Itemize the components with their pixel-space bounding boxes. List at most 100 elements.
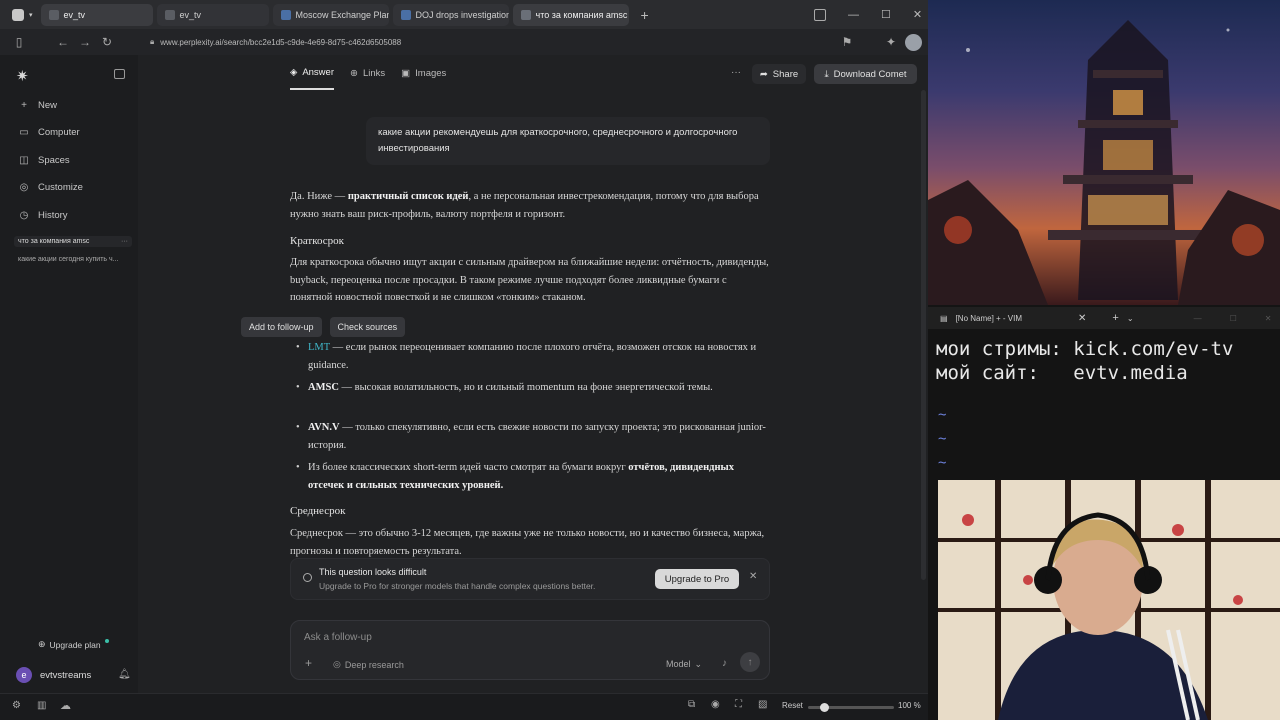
banner-title: This question looks difficult	[319, 567, 427, 577]
answer-icon: ◈	[290, 67, 298, 78]
maximize-icon[interactable]: ☐	[1230, 314, 1237, 323]
history-item[interactable]: какие акции сегодня купить ч...	[14, 256, 132, 263]
ask-input[interactable]: Ask a follow-up	[304, 632, 372, 643]
chevron-down-icon: ⌄	[694, 659, 703, 669]
model-select[interactable]: Model ⌄	[666, 659, 702, 670]
close-window-icon[interactable]: ✕	[1265, 314, 1272, 323]
perplexity-logo-icon[interactable]: ✷	[16, 67, 29, 85]
close-tab-icon[interactable]: ✕	[1078, 313, 1086, 324]
section-heading-mid: Среднесрок	[290, 505, 346, 517]
scrollbar[interactable]	[921, 90, 926, 580]
window-controls: — ☐ ✕	[814, 0, 922, 29]
tab-5-active[interactable]: что за компания amsc	[512, 3, 629, 26]
settings-icon[interactable]: ⚙	[12, 700, 21, 711]
deep-research-button[interactable]: ◎ Deep research	[333, 659, 404, 670]
bell-icon[interactable]: 🔔︎	[118, 669, 131, 680]
vivaldi-logo-icon	[12, 8, 24, 21]
tab-overview-icon[interactable]	[814, 8, 826, 21]
check-sources-button[interactable]: Check sources	[329, 317, 406, 337]
stream-overlay-panel: ▤ [No Name] + - VIM ✕ + ⌄ — ☐ ✕ мои стри…	[928, 0, 1280, 720]
monitor-icon: ▭	[19, 127, 29, 138]
new-tab-icon[interactable]: +	[1112, 312, 1118, 324]
tab-links[interactable]: ⊕ Links	[350, 67, 385, 90]
browser-menu-button[interactable]: ▾	[8, 4, 37, 26]
twitch-favicon-icon	[48, 9, 59, 20]
close-window-icon[interactable]: ✕	[913, 8, 922, 21]
list-item: Из более классических short-term идей ча…	[296, 459, 768, 494]
attach-plus-icon[interactable]: +	[305, 656, 312, 670]
section-heading-short: Краткосрок	[290, 235, 345, 247]
short-term-text: Для краткосрока обычно ищут акции с силь…	[290, 257, 769, 303]
banner-text: Upgrade to Pro for stronger models that …	[319, 581, 596, 591]
tilde-marker: ~	[938, 455, 947, 471]
bookmark-icon[interactable]: ⚑	[836, 35, 858, 49]
tilde-marker: ~	[938, 431, 947, 447]
sidebar-item-history[interactable]: ◷ History	[18, 210, 68, 221]
notification-dot	[104, 638, 109, 643]
capture-icon[interactable]: ⧉	[688, 699, 695, 710]
tab-4[interactable]: DOJ drops investigation of	[392, 3, 509, 26]
zoom-slider-handle[interactable]	[820, 703, 829, 712]
deep-research-icon: ◎	[333, 659, 341, 669]
reader-icon[interactable]: ◉	[711, 699, 720, 710]
url-field[interactable]: 🔒︎ www.perplexity.ai/search/bcc2e1d5-c9de…	[150, 33, 850, 51]
zoom-slider[interactable]	[808, 703, 894, 712]
more-icon[interactable]: ···	[121, 238, 128, 245]
result-tabs: ◈ Answer ⊕ Links ▣ Images	[290, 67, 446, 90]
sidebar-item-computer[interactable]: ▭ Computer	[18, 127, 79, 138]
new-tab-button[interactable]: +	[633, 4, 657, 26]
minimize-icon[interactable]: —	[1194, 314, 1202, 323]
tab-images[interactable]: ▣ Images	[401, 67, 446, 90]
vim-titlebar: ▤ [No Name] + - VIM ✕ + ⌄ — ☐ ✕	[928, 307, 1280, 329]
upgrade-plan-button[interactable]: ⊕ Upgrade plan	[38, 638, 109, 650]
close-icon[interactable]: ✕	[749, 571, 757, 582]
profile-avatar[interactable]	[905, 34, 922, 51]
upgrade-banner: This question looks difficult Upgrade to…	[290, 558, 770, 600]
upgrade-icon: ⊕	[38, 639, 46, 649]
sidebar-item-spaces[interactable]: ◫ Spaces	[18, 155, 69, 166]
selection-popup: Add to follow-up Check sources	[241, 317, 406, 337]
cloud-icon[interactable]: ☁	[60, 699, 71, 712]
perplexity-favicon-icon	[520, 9, 531, 20]
chevron-down-icon[interactable]: ⌄	[1127, 314, 1134, 323]
tab-1[interactable]: ev_tv	[40, 3, 153, 26]
zoom-reset-button[interactable]: Reset	[782, 701, 803, 710]
download-comet-button[interactable]: ⤓ Download Comet	[814, 64, 917, 84]
submit-button[interactable]: ↑	[740, 652, 760, 672]
perplexity-favicon-icon	[280, 9, 291, 20]
tab-bar: ▾ ev_tv ev_tv Moscow Exchange Plans Sc D…	[0, 0, 928, 29]
back-icon[interactable]: ←	[52, 35, 74, 49]
history-item-active[interactable]: что за компания amsc ···	[14, 236, 132, 247]
download-icon: ⤓	[824, 68, 829, 80]
sidebar-item-new[interactable]: + New	[18, 100, 57, 111]
browser-window: ▾ ev_tv ev_tv Moscow Exchange Plans Sc D…	[0, 0, 928, 720]
tab-3[interactable]: Moscow Exchange Plans Sc	[272, 3, 389, 26]
reload-icon[interactable]: ↻	[96, 35, 118, 49]
follow-up-box: Ask a follow-up + ◎ Deep research Model ⌄ …	[290, 620, 770, 680]
webcam-image	[938, 480, 1280, 720]
maximize-icon[interactable]: ☐	[881, 8, 891, 21]
upgrade-to-pro-button[interactable]: Upgrade to Pro	[655, 569, 739, 589]
page-tile-icon[interactable]: ⛶	[735, 699, 742, 710]
minimize-icon[interactable]: —	[848, 9, 859, 21]
more-options-icon[interactable]: ···	[731, 67, 741, 78]
add-to-follow-up-button[interactable]: Add to follow-up	[241, 317, 322, 337]
mic-icon[interactable]: ♪	[722, 658, 727, 669]
perplexity-favicon-icon	[400, 9, 411, 20]
forward-icon[interactable]: →	[74, 35, 96, 49]
sidebar-item-customize[interactable]: ◎ Customize	[18, 182, 83, 193]
user-profile[interactable]: e evtvstreams	[16, 667, 91, 683]
answer-intro: Да. Ниже — практичный список идей, а не …	[290, 191, 759, 220]
vim-line-1: мои стримы: kick.com/ev-tv	[936, 338, 1234, 360]
extensions-icon[interactable]: ✦	[880, 35, 902, 49]
vim-line-2: мой сайт: evtv.media	[936, 362, 1188, 384]
image-toggle-icon[interactable]: ▨	[758, 699, 767, 710]
panel-icon[interactable]: ▥	[37, 700, 46, 711]
ticker-link[interactable]: LMT	[308, 342, 330, 353]
tab-answer[interactable]: ◈ Answer	[290, 67, 334, 90]
sidebar-toggle-icon[interactable]: ▯	[8, 35, 30, 49]
collapse-sidebar-icon[interactable]	[114, 69, 125, 79]
tab-2[interactable]: ev_tv	[156, 3, 269, 26]
share-button[interactable]: ➦ Share	[752, 64, 806, 84]
sidebar: ✷ + New ▭ Computer ◫ Spaces ◎ Customize ◷ His…	[0, 55, 138, 720]
